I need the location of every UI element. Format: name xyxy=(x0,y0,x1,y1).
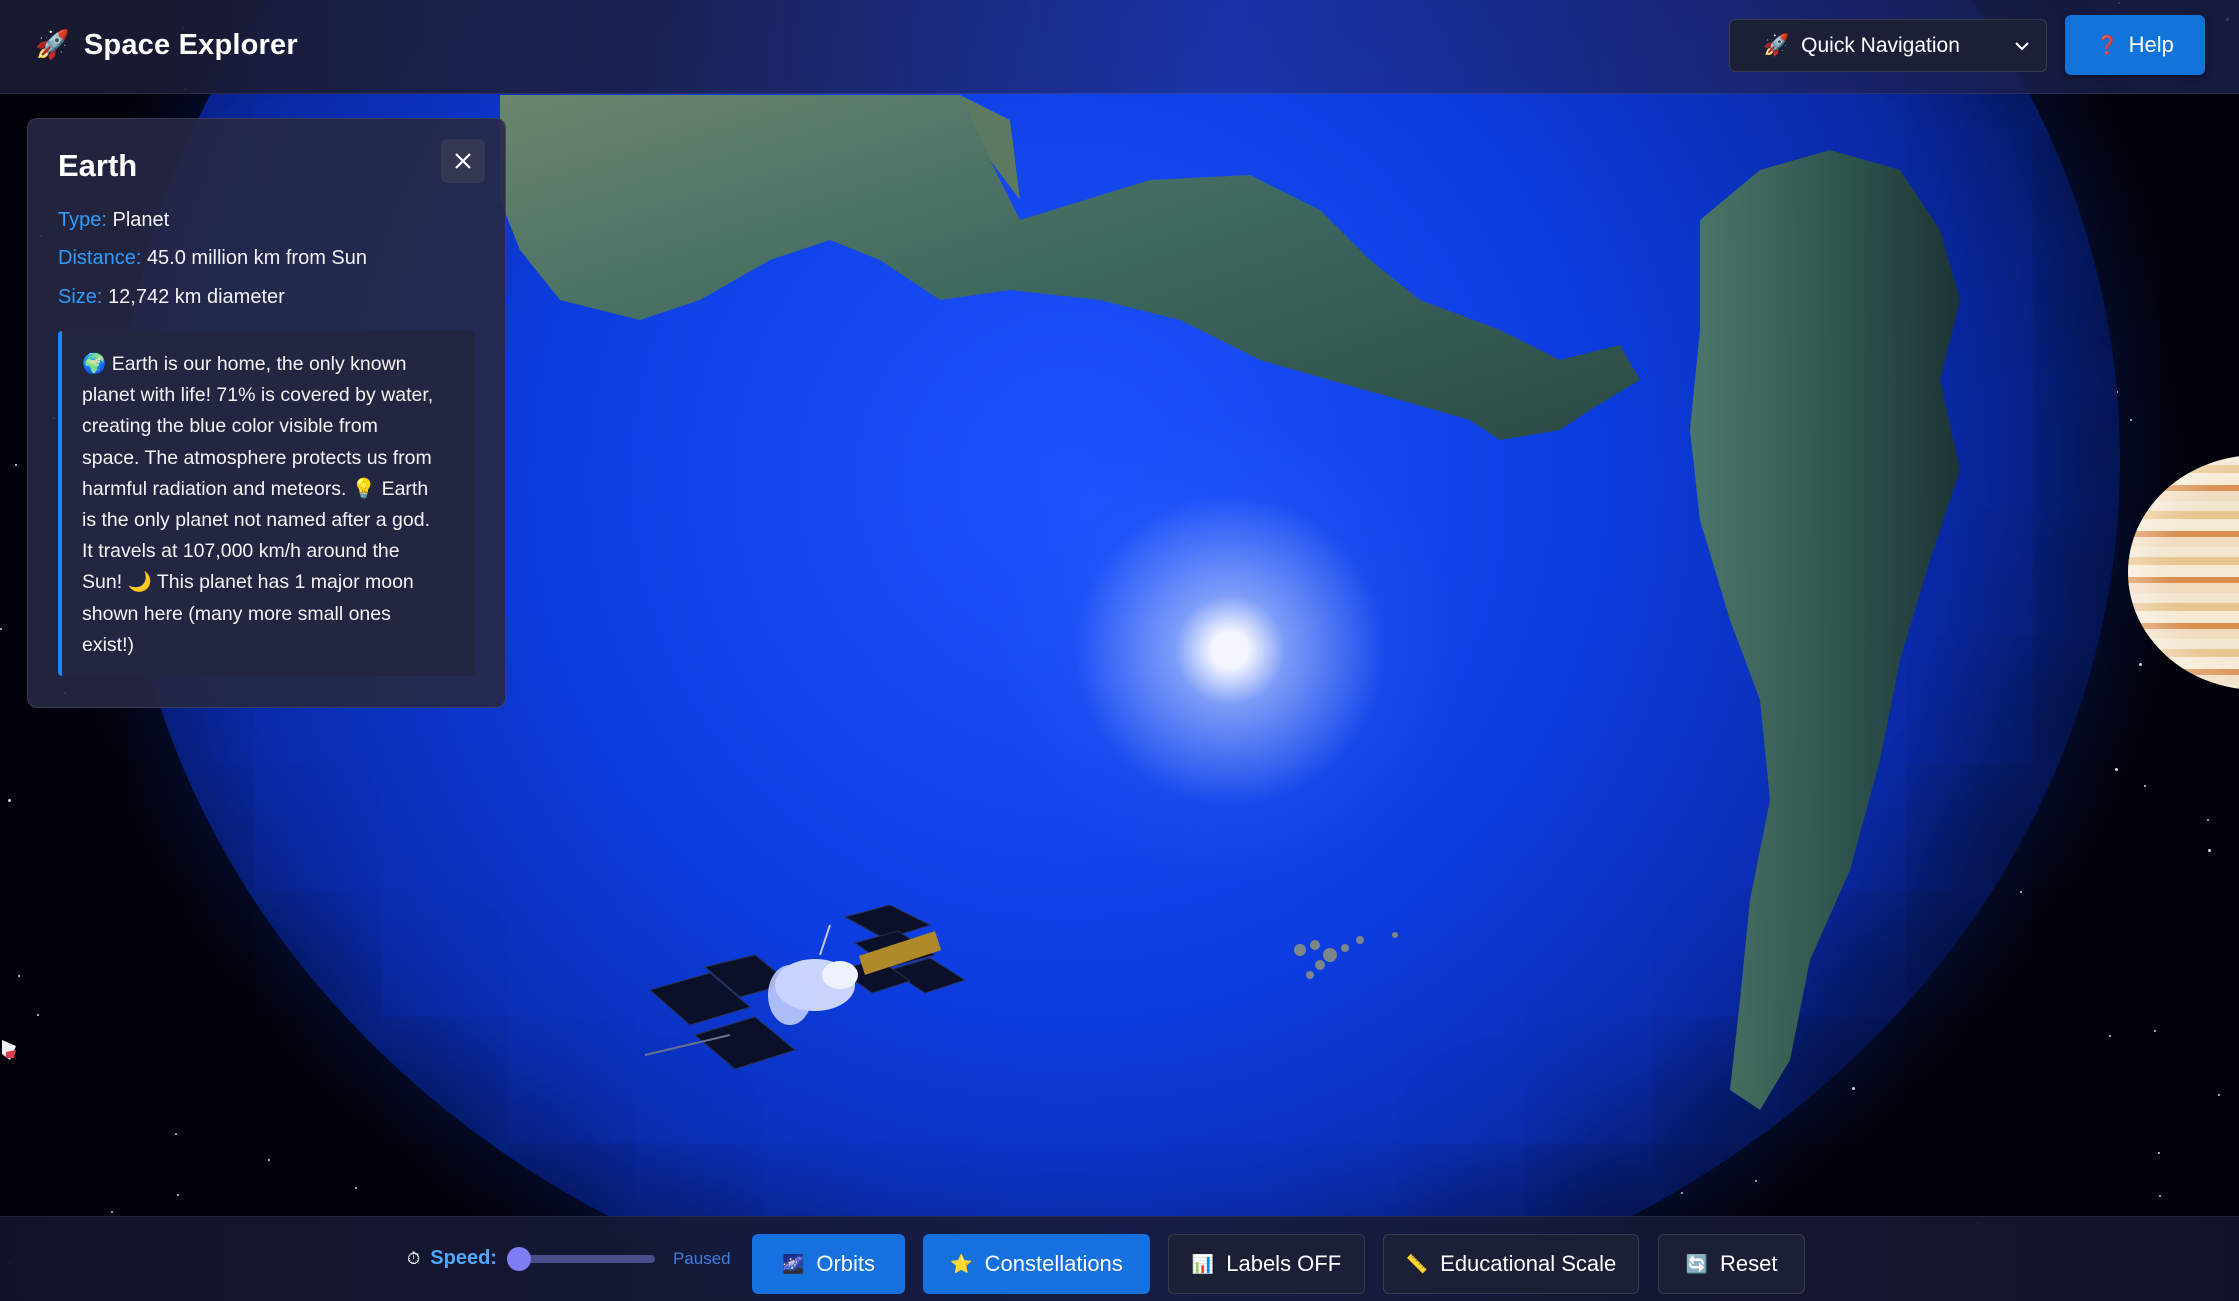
size-key: Size: xyxy=(58,286,103,308)
distance-row: Distance: 45.0 million km from Sun xyxy=(58,245,367,271)
educational-scale-label: Educational Scale xyxy=(1440,1251,1617,1276)
speed-slider[interactable] xyxy=(506,1246,655,1271)
rocket-icon: 🚀 xyxy=(35,29,70,60)
reset-button[interactable]: 🔄 Reset xyxy=(1658,1234,1805,1294)
panel-title: Earth xyxy=(58,148,138,183)
top-header: 🚀 Space Explorer 🚀 Quick Navigation ❓ He… xyxy=(0,0,2239,94)
fact-line: Sun! 🌙 This planet has 1 major moon xyxy=(82,571,414,594)
fact-line: creating the blue color visible from xyxy=(82,415,378,438)
fact-line: shown here (many more small ones xyxy=(82,602,391,625)
chevron-down-icon xyxy=(2015,41,2029,50)
close-button[interactable] xyxy=(441,139,485,183)
labels-toggle-label: Labels OFF xyxy=(1226,1251,1342,1276)
speed-slider-thumb[interactable] xyxy=(506,1246,531,1271)
fact-line: 🌍 Earth is our home, the only known xyxy=(82,353,407,375)
size-value: 12,742 km diameter xyxy=(108,286,285,308)
quick-navigation-select[interactable]: 🚀 Quick Navigation xyxy=(1729,19,2047,72)
refresh-icon: 🔄 xyxy=(1685,1253,1708,1274)
type-key: Type: xyxy=(58,209,107,231)
distant-object[interactable] xyxy=(0,1030,22,1070)
stopwatch-icon: ⏱ xyxy=(407,1248,421,1268)
size-row: Size: 12,742 km diameter xyxy=(58,284,285,310)
fact-line: space. The atmosphere protects us from xyxy=(82,446,432,469)
orbits-button[interactable]: 🌌 Orbits xyxy=(752,1234,905,1294)
type-row: Type: Planet xyxy=(58,207,169,233)
space-station[interactable] xyxy=(640,895,980,1095)
app-brand: 🚀 Space Explorer xyxy=(35,27,298,63)
close-icon xyxy=(455,153,471,169)
rocket-icon: 🚀 xyxy=(1763,33,1790,57)
bar-chart-icon: 📊 xyxy=(1191,1253,1215,1274)
facts-box: 🌍 Earth is our home, the only known plan… xyxy=(58,331,475,676)
speed-status: Paused xyxy=(672,1248,731,1268)
fact-line: It travels at 107,000 km/h around the xyxy=(82,540,400,563)
quick-navigation-label: Quick Navigation xyxy=(1801,33,1960,57)
distance-key: Distance: xyxy=(58,247,142,269)
distance-value: 45.0 million km from Sun xyxy=(146,247,368,269)
educational-scale-button[interactable]: 📏 Educational Scale xyxy=(1383,1234,1639,1294)
app-title: Space Explorer xyxy=(83,29,298,61)
labels-toggle-button[interactable]: 📊 Labels OFF xyxy=(1168,1234,1365,1294)
star-icon: ⭐ xyxy=(950,1253,973,1274)
help-label: Help xyxy=(2128,32,2174,57)
help-button[interactable]: ❓ Help xyxy=(2065,15,2205,75)
fact-line: planet with life! 71% is covered by wate… xyxy=(82,384,434,407)
fact-line: exist!) xyxy=(82,633,135,656)
question-mark-icon: ❓ xyxy=(2096,34,2119,55)
constellations-button[interactable]: ⭐ Constellations xyxy=(923,1234,1150,1294)
speed-control: ⏱ Speed: Paused xyxy=(407,1246,731,1271)
type-value: Planet xyxy=(112,209,170,231)
galaxy-icon: 🌌 xyxy=(781,1253,805,1274)
fact-line: harmful radiation and meteors. 💡 Earth xyxy=(82,477,429,500)
constellations-label: Constellations xyxy=(984,1251,1123,1276)
ruler-icon: 📏 xyxy=(1405,1253,1429,1274)
speed-label: Speed: xyxy=(430,1247,497,1269)
reset-label: Reset xyxy=(1719,1251,1778,1276)
orbits-label: Orbits xyxy=(816,1251,876,1276)
fact-line: is the only planet not named after a god… xyxy=(82,509,430,532)
